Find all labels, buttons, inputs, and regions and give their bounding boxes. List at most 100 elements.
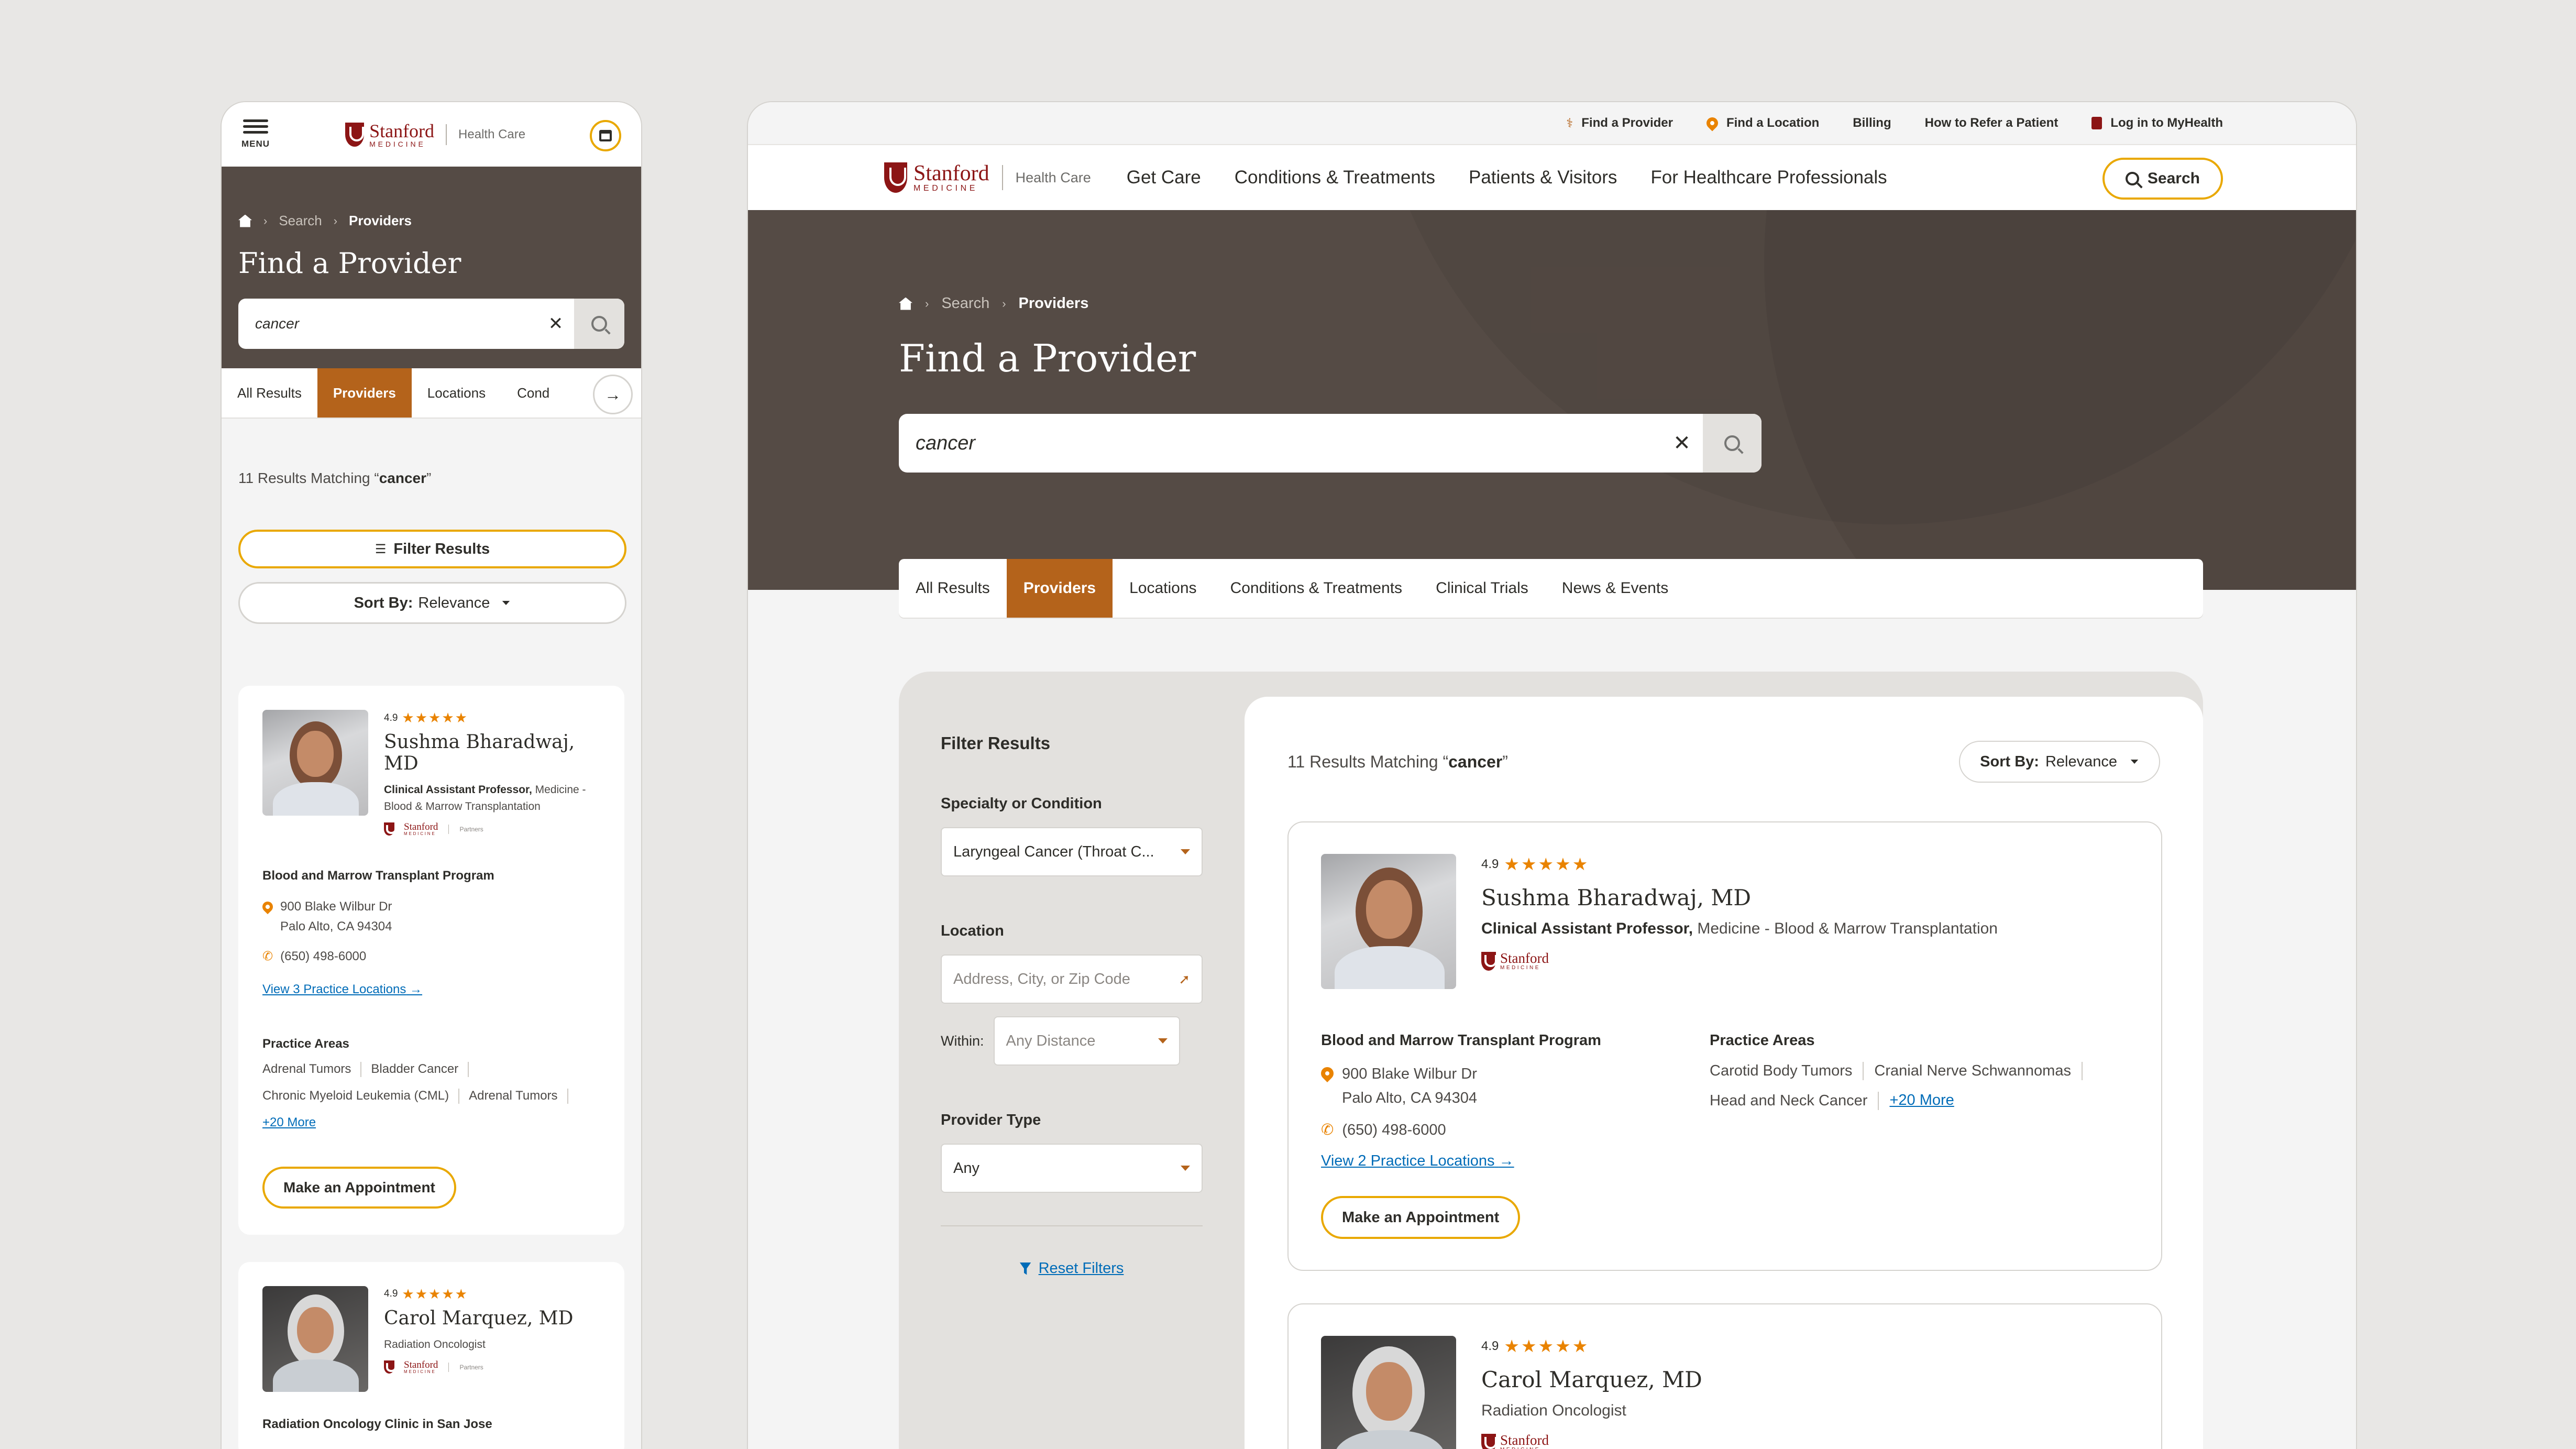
utility-myhealth-login[interactable]: Log in to MyHealth <box>2091 116 2223 130</box>
make-appointment-button[interactable]: Make an Appointment <box>1321 1196 1521 1239</box>
practice-area-tag: Adrenal Tumors <box>262 1062 362 1077</box>
home-icon[interactable] <box>899 297 912 310</box>
filter-results-button[interactable]: ☰ Filter Results <box>238 530 626 568</box>
clear-icon[interactable]: ✕ <box>537 313 574 334</box>
provider-type-value: Any <box>953 1159 979 1177</box>
location-pin-icon <box>260 899 276 915</box>
view-practice-locations-link[interactable]: View 2 Practice Locations → <box>1321 1152 1514 1170</box>
tab-conditions[interactable]: Cond <box>501 368 565 418</box>
logo-top-text: Stanford <box>369 120 435 141</box>
tab-locations[interactable]: Locations <box>412 368 501 418</box>
health-care-label: Health Care <box>458 127 526 141</box>
results-count: 11 Results Matching “cancer” <box>1287 752 1508 771</box>
search-submit-button[interactable] <box>574 299 624 349</box>
chevron-down-icon <box>1181 1166 1190 1171</box>
home-icon[interactable] <box>238 214 252 227</box>
rating: 4.9 ★★★★★ <box>1481 854 1998 874</box>
provider-name[interactable]: Carol Marquez, MD <box>1481 1367 1702 1392</box>
nav-healthcare-professionals[interactable]: For Healthcare Professionals <box>1650 167 1887 188</box>
tab-news-events[interactable]: News & Events <box>1545 559 1685 618</box>
practice-areas-list: Adrenal Tumors Bladder Cancer Chronic My… <box>262 1062 600 1130</box>
breadcrumb-current: Providers <box>349 213 412 228</box>
provider-title: Radiation Oncologist <box>1481 1402 1626 1419</box>
star-icons: ★★★★★ <box>1504 854 1590 874</box>
sort-dropdown[interactable]: Sort By: Relevance <box>238 582 626 624</box>
provider-photo[interactable] <box>262 1286 368 1392</box>
nav-conditions-treatments[interactable]: Conditions & Treatments <box>1235 167 1435 188</box>
distance-select[interactable]: Any Distance <box>993 1016 1180 1066</box>
utility-find-location[interactable]: Find a Location <box>1704 115 1819 131</box>
provider-title: Radiation Oncologist <box>384 1338 486 1351</box>
more-practice-areas-link[interactable]: +20 More <box>262 1115 316 1130</box>
tab-providers[interactable]: Providers <box>317 368 412 418</box>
header-search-button[interactable]: Search <box>2102 158 2223 200</box>
provider-name[interactable]: Carol Marquez, MD <box>384 1308 574 1329</box>
program-name: Radiation Oncology Clinic in San Jose <box>262 1417 492 1431</box>
provider-photo[interactable] <box>1321 1336 1456 1449</box>
stanford-logo[interactable]: Stanford MEDICINE Health Care <box>345 122 525 148</box>
view-practice-locations-link[interactable]: View 3 Practice Locations → <box>262 982 422 997</box>
rating: 4.9 ★★★★★ <box>384 710 600 726</box>
tab-locations[interactable]: Locations <box>1113 559 1213 618</box>
more-practice-areas-link[interactable]: +20 More <box>1889 1092 1954 1110</box>
partners-label: Partners <box>459 1363 483 1371</box>
header-search-label: Search <box>2147 170 2200 187</box>
nav-patients-visitors[interactable]: Patients & Visitors <box>1469 167 1617 188</box>
search-input[interactable] <box>899 432 1661 455</box>
practice-area-tag: Cranial Nerve Schwannomas <box>1874 1062 2083 1080</box>
practice-area-tag: Bladder Cancer <box>371 1062 469 1077</box>
locate-me-icon[interactable]: ➚ <box>1179 971 1190 987</box>
stanford-logo[interactable]: Stanford MEDICINE Health Care <box>884 162 1091 193</box>
tab-clinical-trials[interactable]: Clinical Trials <box>1419 559 1545 618</box>
sort-value: Relevance <box>418 594 490 611</box>
program-name: Blood and Marrow Transplant Program <box>262 869 494 883</box>
sort-dropdown[interactable]: Sort By: Relevance <box>1959 741 2160 783</box>
utility-refer-patient[interactable]: How to Refer a Patient <box>1925 116 2058 130</box>
search-input[interactable] <box>238 315 537 332</box>
specialty-select[interactable]: Laryngeal Cancer (Throat C... <box>941 827 1203 876</box>
practice-area-tag: Chronic Myeloid Leukemia (CML) <box>262 1088 460 1104</box>
menu-button[interactable]: MENU <box>241 119 270 149</box>
location-pin-icon <box>1704 115 1721 131</box>
practice-areas-list: Carotid Body Tumors Cranial Nerve Schwan… <box>1710 1062 2129 1110</box>
location-label: Location <box>941 923 1004 939</box>
specialty-value: Laryngeal Cancer (Throat C... <box>953 843 1154 860</box>
chevron-down-icon <box>1158 1038 1168 1044</box>
provider-photo[interactable] <box>262 710 368 816</box>
chevron-down-icon <box>502 601 510 605</box>
mobile-hero: › Search › Providers Find a Provider ✕ <box>222 167 641 368</box>
tab-conditions-treatments[interactable]: Conditions & Treatments <box>1214 559 1419 618</box>
provider-title: Clinical Assistant Professor, Medicine -… <box>384 784 586 813</box>
tab-all-results[interactable]: All Results <box>899 559 1007 618</box>
logo-top-text: Stanford <box>913 161 989 185</box>
search-submit-button[interactable] <box>1703 414 1762 473</box>
provider-type-select[interactable]: Any <box>941 1144 1203 1193</box>
provider-photo[interactable] <box>1321 854 1456 989</box>
practice-areas-heading: Practice Areas <box>1710 1032 1815 1049</box>
make-appointment-button[interactable]: Make an Appointment <box>262 1166 456 1209</box>
desktop-view: ⚕ Find a Provider Find a Location Billing… <box>747 101 2357 1449</box>
practice-area-tag: Head and Neck Cancer <box>1710 1091 1879 1110</box>
location-input[interactable]: Address, City, or Zip Code ➚ <box>941 954 1203 1004</box>
utility-find-provider[interactable]: ⚕ Find a Provider <box>1566 116 1673 131</box>
tab-all-results[interactable]: All Results <box>222 368 317 418</box>
mobile-header: MENU Stanford MEDICINE Health Care <box>222 102 641 167</box>
calendar-button[interactable] <box>590 120 621 151</box>
nav-get-care[interactable]: Get Care <box>1127 167 1201 188</box>
breadcrumb-search[interactable]: Search <box>941 295 989 312</box>
provider-name[interactable]: Sushma Bharadwaj, MD <box>384 731 600 774</box>
breadcrumb-search[interactable]: Search <box>279 213 322 229</box>
clear-icon[interactable]: ✕ <box>1661 431 1703 455</box>
tab-providers[interactable]: Providers <box>1006 559 1113 618</box>
mobile-view: MENU Stanford MEDICINE Health Care › Sea… <box>221 101 642 1449</box>
search-icon <box>2125 172 2139 185</box>
rating-value: 4.9 <box>1481 857 1499 871</box>
phone: ✆ (650) 498-6000 <box>262 947 600 967</box>
utility-billing[interactable]: Billing <box>1853 116 1891 130</box>
provider-name[interactable]: Sushma Bharadwaj, MD <box>1481 885 1998 910</box>
reset-filters-link[interactable]: Reset Filters <box>1039 1260 1124 1277</box>
location-pin-icon <box>1318 1064 1336 1082</box>
reset-filters[interactable]: Reset Filters <box>941 1260 1203 1277</box>
tabs-scroll-right-button[interactable]: → <box>593 375 633 414</box>
provider-icon: ⚕ <box>1566 116 1573 130</box>
